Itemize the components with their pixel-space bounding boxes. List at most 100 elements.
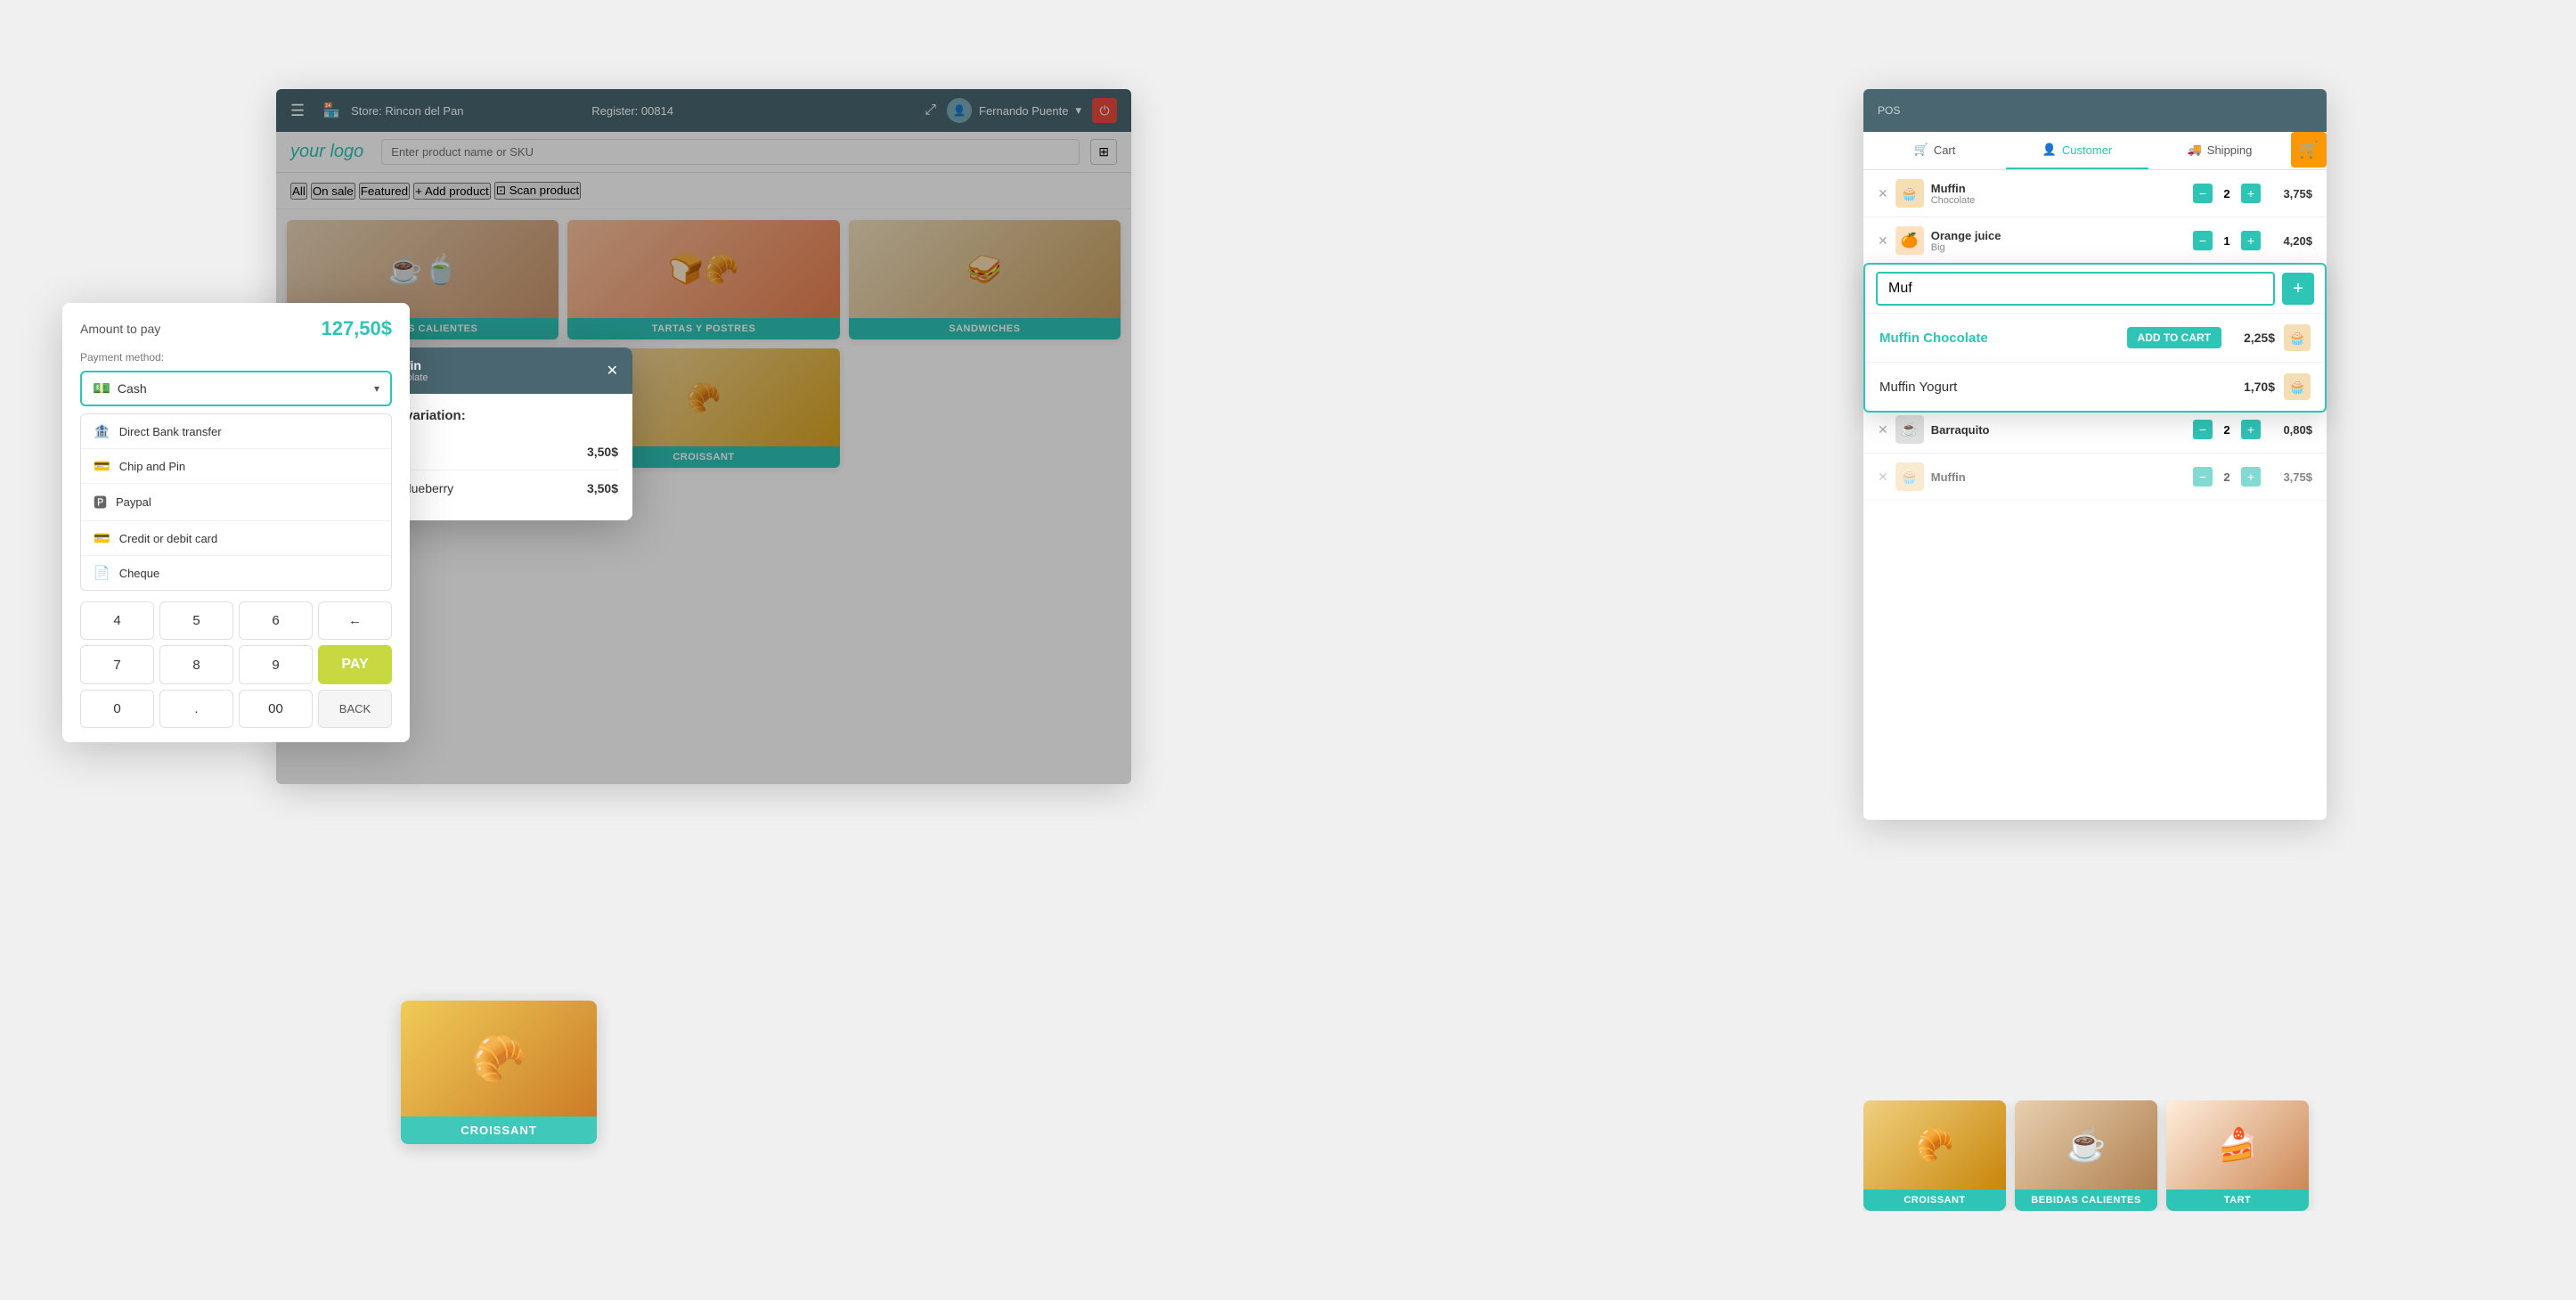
numpad-5[interactable]: 5 [159,601,233,640]
chip-icon: 💳 [94,458,110,474]
shipping-icon: 🚚 [2188,143,2202,157]
option-label: Cheque [119,567,160,580]
bank-icon: 🏦 [94,423,110,439]
payment-option-paypal[interactable]: 🅿 Paypal [81,484,391,521]
numpad-dot[interactable]: . [159,690,233,728]
cheque-icon: 📄 [94,565,110,581]
close-icon[interactable]: ✕ [607,362,618,380]
payment-amount: 127,50$ [321,317,392,340]
shipping-label: Shipping [2207,143,2253,157]
paypal-icon: 🅿 [94,493,107,511]
strip-card-bebidas[interactable]: ☕ BEBIDAS CALIENTES [2015,1100,2157,1211]
result-name: Muffin Chocolate [1879,331,2118,346]
cart-item: ✕ 🍊 Orange juice Big − 1 + 4,20$ [1863,217,2327,265]
item-quantity: − 2 + [2193,420,2261,439]
item-thumbnail: 🍊 [1895,226,1924,255]
nav-cart[interactable]: 🛒 Cart [1863,132,2006,169]
nav-shipping[interactable]: 🚚 Shipping [2148,132,2291,169]
payment-method-label: Payment method: [62,347,410,367]
strip-card-image: ☕ [2015,1100,2157,1190]
add-to-cart-button[interactable]: ADD TO CART [2127,327,2221,348]
numpad-0[interactable]: 0 [80,690,154,728]
payment-options-dropdown: 🏦 Direct Bank transfer 💳 Chip and Pin 🅿 … [80,413,392,591]
qty-decrease[interactable]: − [2193,420,2213,439]
qty-increase[interactable]: + [2241,184,2261,203]
item-sub: Big [1931,242,2186,253]
qty-value: 2 [2216,187,2238,200]
pay-button[interactable]: PAY [318,645,392,684]
customer-icon: 👤 [2042,143,2057,157]
cart-icon: 🛒 [1914,143,1928,157]
payment-option-chip[interactable]: 💳 Chip and Pin [81,449,391,484]
payment-option-bank[interactable]: 🏦 Direct Bank transfer [81,414,391,449]
item-name: Muffin [1931,470,2186,484]
numpad-backspace[interactable]: ← [318,601,392,640]
numpad-8[interactable]: 8 [159,645,233,684]
remove-item-icon[interactable]: ✕ [1878,422,1888,437]
item-name: Barraquito [1931,423,2186,437]
item-quantity: − 2 + [2193,467,2261,486]
qty-value: 2 [2216,470,2238,484]
croissant-featured-card[interactable]: 🥐 CROISSANT [401,1001,597,1144]
item-sub: Chocolate [1931,195,2186,206]
chevron-down-icon: ▾ [374,382,379,395]
qty-decrease[interactable]: − [2193,231,2213,250]
item-info: Orange juice Big [1931,229,2186,253]
cart-label: Cart [1934,143,1956,157]
item-price: 0,80$ [2268,423,2312,437]
payment-option-card[interactable]: 💳 Credit or debit card [81,521,391,556]
croissant-label: CROISSANT [401,1116,597,1144]
active-cart-icon[interactable]: 🛒 [2291,132,2327,168]
item-price: 3,75$ [2268,470,2312,484]
cart-panel: POS 🛒 Cart 👤 Customer 🚚 Shipping 🛒 ✕ 🧁 M… [1863,89,2327,820]
variation-option-price: 3,50$ [587,445,618,459]
result-thumbnail: 🧁 [2284,373,2311,400]
numpad-6[interactable]: 6 [239,601,313,640]
qty-value: 1 [2216,234,2238,248]
qty-increase[interactable]: + [2241,231,2261,250]
cart-topbar: POS [1863,89,2327,132]
remove-item-icon[interactable]: ✕ [1878,470,1888,485]
strip-card-croissant[interactable]: 🥐 CROISSANT [1863,1100,2006,1211]
strip-card-image: 🍰 [2166,1100,2309,1190]
qty-increase[interactable]: + [2241,420,2261,439]
numpad-00[interactable]: 00 [239,690,313,728]
numpad-4[interactable]: 4 [80,601,154,640]
remove-item-icon[interactable]: ✕ [1878,186,1888,201]
qty-value: 2 [2216,423,2238,437]
search-add-button[interactable]: + [2282,273,2314,305]
strip-card-label: CROISSANT [1863,1190,2006,1211]
payment-option-cheque[interactable]: 📄 Cheque [81,556,391,590]
payment-modal: Amount to pay 127,50$ Payment method: 💵 … [62,303,410,742]
strip-card-image: 🥐 [1863,1100,2006,1190]
card-icon: 💳 [94,530,110,546]
item-info: Muffin Chocolate [1931,182,2186,206]
bottom-product-strip: 🥐 CROISSANT ☕ BEBIDAS CALIENTES 🍰 TART [1863,1100,2327,1211]
strip-card-tartas[interactable]: 🍰 TART [2166,1100,2309,1211]
item-info: Muffin [1931,470,2186,484]
back-button[interactable]: BACK [318,690,392,728]
qty-decrease[interactable]: − [2193,184,2213,203]
search-dropdown: + Muffin Chocolate ADD TO CART 2,25$ 🧁 M… [1863,263,2327,413]
nav-customer[interactable]: 👤 Customer [2006,132,2148,169]
option-label: Credit or debit card [119,532,218,545]
search-result-muffin-yogurt: Muffin Yogurt 1,70$ 🧁 [1865,362,2325,411]
option-label: Direct Bank transfer [119,425,222,438]
remove-item-icon[interactable]: ✕ [1878,233,1888,249]
payment-method-select[interactable]: 💵 Cash ▾ [80,371,392,406]
variation-option-price: 3,50$ [587,481,618,495]
numpad-grid: 4 5 6 ← 7 8 9 PAY 0 . 00 BACK [80,601,392,728]
croissant-image: 🥐 [401,1001,597,1116]
option-label: Paypal [116,495,151,509]
cart-item: ✕ 🧁 Muffin − 2 + 3,75$ [1863,454,2327,501]
numpad: 4 5 6 ← 7 8 9 PAY 0 . 00 BACK [62,598,410,742]
qty-decrease[interactable]: − [2193,467,2213,486]
search-field[interactable] [1876,272,2275,306]
result-price: 2,25$ [2230,331,2275,345]
strip-card-label: BEBIDAS CALIENTES [2015,1190,2157,1211]
qty-increase[interactable]: + [2241,467,2261,486]
numpad-9[interactable]: 9 [239,645,313,684]
customer-label: Customer [2062,143,2112,157]
numpad-7[interactable]: 7 [80,645,154,684]
item-thumbnail: ☕ [1895,415,1924,444]
